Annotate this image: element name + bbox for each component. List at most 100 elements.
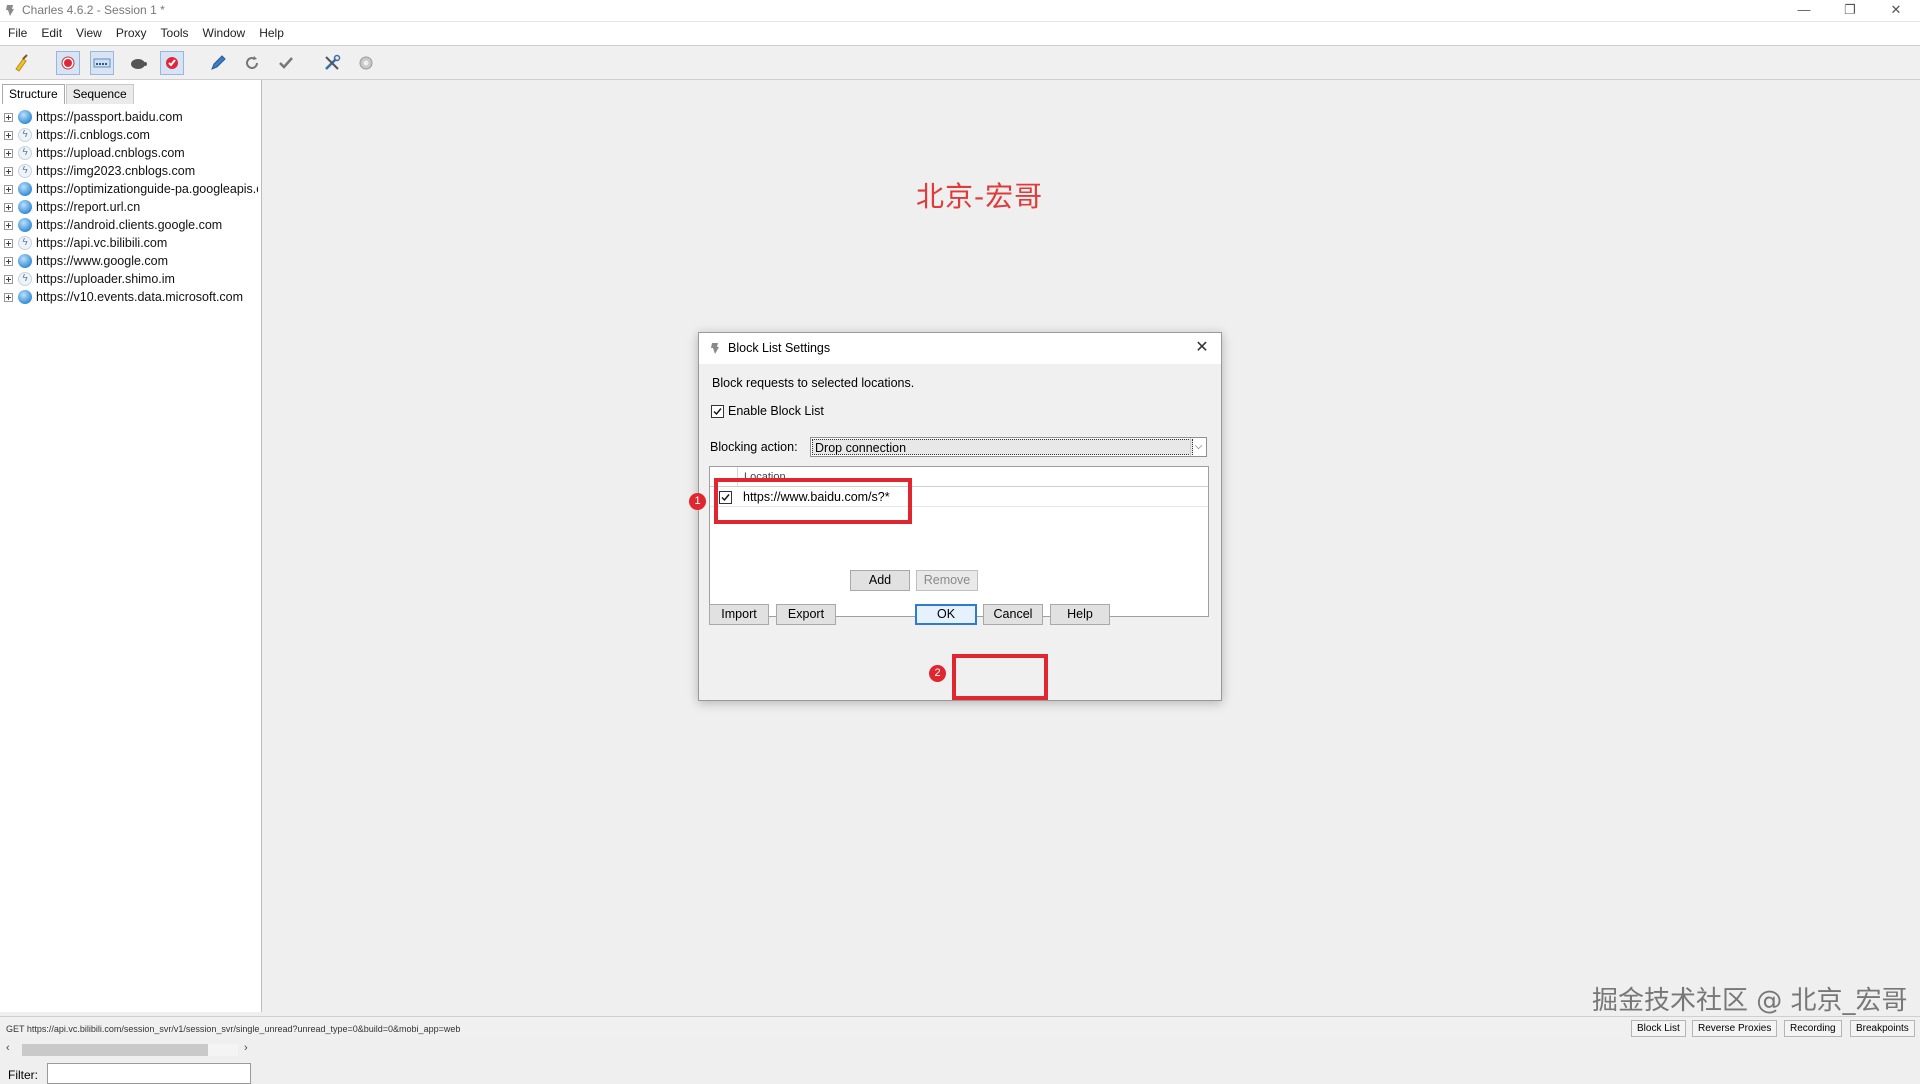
bolt-icon: ϟ	[18, 236, 32, 250]
globe-icon	[18, 200, 32, 214]
expand-icon[interactable]	[4, 130, 13, 140]
turtle-icon[interactable]	[126, 51, 150, 75]
menu-tools[interactable]: Tools	[153, 22, 195, 45]
remove-button[interactable]: Remove	[916, 570, 978, 591]
expand-icon[interactable]	[4, 148, 13, 158]
tab-sequence[interactable]: Sequence	[65, 84, 134, 104]
dialog-title: Block List Settings	[728, 341, 831, 355]
expand-icon[interactable]	[4, 112, 13, 122]
charles-app-icon	[711, 343, 719, 354]
expand-icon[interactable]	[4, 238, 13, 248]
host-label: https://img2023.cnblogs.com	[36, 164, 196, 178]
tab-structure[interactable]: Structure	[2, 84, 65, 104]
minimize-button[interactable]: —	[1782, 0, 1826, 22]
scroll-thumb[interactable]	[22, 1044, 208, 1056]
menu-file[interactable]: File	[0, 22, 33, 45]
validate-icon[interactable]	[274, 51, 298, 75]
bolt-icon: ϟ	[18, 146, 32, 160]
status-bar: GET https://api.vc.bilibili.com/session_…	[0, 1016, 1920, 1039]
export-button[interactable]: Export	[776, 604, 836, 625]
host-label: https://android.clients.google.com	[36, 218, 223, 232]
expand-icon[interactable]	[4, 256, 13, 266]
title-bar: Charles 4.6.2 - Session 1 * — ❐ ✕	[0, 0, 1920, 22]
menu-help[interactable]: Help	[251, 22, 290, 45]
cancel-button[interactable]: Cancel	[983, 604, 1043, 625]
blocking-action-label: Blocking action:	[710, 440, 798, 454]
blocking-action-select[interactable]: Drop connection ⌵	[810, 437, 1207, 457]
toolbar	[0, 46, 1920, 80]
host-label: https://uploader.shimo.im	[36, 272, 175, 286]
window-title: Charles 4.6.2 - Session 1 *	[22, 3, 165, 17]
host-label: https://www.google.com	[36, 254, 169, 268]
host-label: https://upload.cnblogs.com	[36, 146, 185, 160]
enable-block-list-label[interactable]: Enable Block List	[728, 404, 824, 418]
expand-icon[interactable]	[4, 184, 13, 194]
restore-button[interactable]: ❐	[1828, 0, 1872, 22]
structure-panel: Structure Sequence https://passport.baid…	[0, 80, 262, 1084]
scroll-right-icon[interactable]: ›	[244, 1042, 248, 1054]
expand-icon[interactable]	[4, 292, 13, 302]
breakpoints-status-button[interactable]: Breakpoints	[1850, 1020, 1915, 1037]
expand-icon[interactable]	[4, 166, 13, 176]
tree-host-item[interactable]: https://optimizationguide-pa.googleapis.…	[4, 180, 258, 198]
broom-icon[interactable]	[10, 51, 34, 75]
tree-host-item[interactable]: https://report.url.cn	[4, 198, 258, 216]
filter-input[interactable]	[47, 1063, 251, 1084]
breakpoints-icon[interactable]	[160, 51, 184, 75]
menu-view[interactable]: View	[68, 22, 108, 45]
tree-host-item[interactable]: https://v10.events.data.microsoft.com	[4, 288, 258, 306]
tree-host-item[interactable]: ϟ https://i.cnblogs.com	[4, 126, 258, 144]
host-label: https://v10.events.data.microsoft.com	[36, 290, 244, 304]
ok-button[interactable]: OK	[915, 604, 977, 625]
blocking-action-value: Drop connection	[812, 439, 1193, 455]
host-label: https://i.cnblogs.com	[36, 128, 150, 142]
throttle-icon[interactable]	[90, 51, 114, 75]
tree-host-item[interactable]: ϟ https://img2023.cnblogs.com	[4, 162, 258, 180]
globe-icon	[18, 290, 32, 304]
host-label: https://optimizationguide-pa.googleapis.…	[36, 182, 258, 196]
globe-icon	[18, 182, 32, 196]
record-icon[interactable]	[56, 51, 80, 75]
close-window-button[interactable]: ✕	[1874, 0, 1918, 22]
host-label: https://passport.baidu.com	[36, 110, 183, 124]
tree-host-item[interactable]: ϟ https://upload.cnblogs.com	[4, 144, 258, 162]
annotation-highlight-location	[714, 478, 912, 524]
compose-icon[interactable]	[206, 51, 230, 75]
reverse-proxies-status-button[interactable]: Reverse Proxies	[1692, 1020, 1778, 1037]
menu-proxy[interactable]: Proxy	[108, 22, 153, 45]
menu-bar: File Edit View Proxy Tools Window Help	[0, 22, 1920, 46]
recording-status-button[interactable]: Recording	[1784, 1020, 1842, 1037]
chevron-down-icon[interactable]: ⌵	[1190, 438, 1206, 456]
expand-icon[interactable]	[4, 274, 13, 284]
block-list-status-button[interactable]: Block List	[1631, 1020, 1686, 1037]
host-label: https://api.vc.bilibili.com	[36, 236, 168, 250]
settings-icon[interactable]	[354, 51, 378, 75]
tree-host-item[interactable]: ϟ https://uploader.shimo.im	[4, 270, 258, 288]
tree-host-item[interactable]: https://passport.baidu.com	[4, 108, 258, 126]
add-button[interactable]: Add	[850, 570, 910, 591]
globe-icon	[18, 254, 32, 268]
tree-host-item[interactable]: https://www.google.com	[4, 252, 258, 270]
watermark-top-text: 北京-宏哥	[916, 180, 1044, 213]
globe-icon	[18, 110, 32, 124]
filter-label: Filter:	[8, 1068, 38, 1082]
dialog-title-bar: Block List Settings ✕	[699, 333, 1221, 364]
import-button[interactable]: Import	[709, 604, 769, 625]
host-tree: https://passport.baidu.com ϟ https://i.cnb…	[4, 108, 260, 306]
scroll-left-icon[interactable]: ‹	[6, 1042, 10, 1054]
dialog-close-button[interactable]: ✕	[1190, 337, 1214, 359]
expand-icon[interactable]	[4, 220, 13, 230]
menu-window[interactable]: Window	[195, 22, 252, 45]
expand-icon[interactable]	[4, 202, 13, 212]
tree-host-item[interactable]: https://android.clients.google.com	[4, 216, 258, 234]
menu-edit[interactable]: Edit	[33, 22, 68, 45]
tree-host-item[interactable]: ϟ https://api.vc.bilibili.com	[4, 234, 258, 252]
repeat-icon[interactable]	[240, 51, 264, 75]
annotation-highlight-ok	[952, 654, 1048, 700]
host-label: https://report.url.cn	[36, 200, 141, 214]
enable-block-list-checkbox[interactable]	[711, 405, 724, 418]
bolt-icon: ϟ	[18, 272, 32, 286]
horizontal-scrollbar[interactable]: ‹ ›	[6, 1042, 256, 1058]
tools-icon[interactable]	[320, 51, 344, 75]
help-button[interactable]: Help	[1050, 604, 1110, 625]
